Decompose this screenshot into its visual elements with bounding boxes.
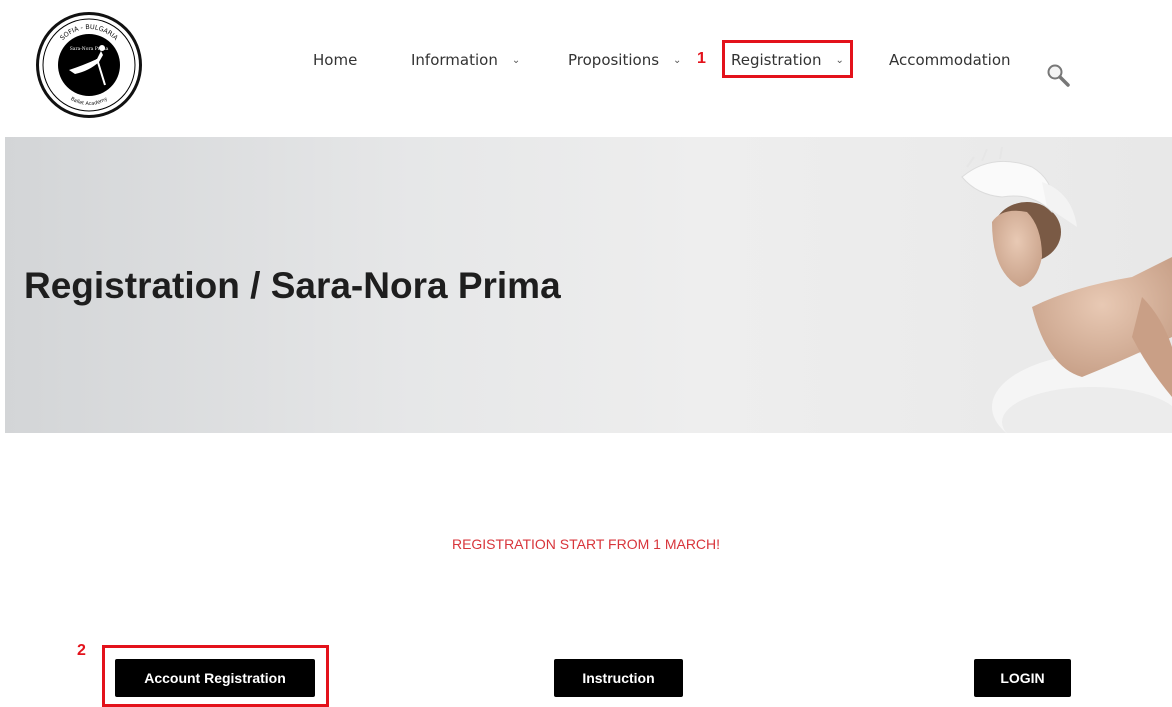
login-button[interactable]: LOGIN	[974, 659, 1071, 697]
registration-notice: REGISTRATION START FROM 1 MARCH!	[451, 536, 721, 552]
nav-information-label: Information	[411, 51, 498, 69]
nav-accommodation-label: Accommodation	[889, 51, 1011, 69]
nav-propositions-label: Propositions	[568, 51, 660, 69]
nav-propositions[interactable]: Propositions ⌄	[568, 48, 681, 72]
ballerina-image	[961, 146, 1172, 433]
nav-registration[interactable]: Registration ⌄	[731, 48, 844, 72]
hero-banner: Registration / Sara-Nora Prima	[5, 137, 1172, 433]
nav-accommodation[interactable]: Accommodation	[889, 48, 1011, 72]
annotation-marker-1: 1	[697, 50, 706, 67]
chevron-down-icon: ⌄	[673, 54, 682, 66]
page-title: Registration / Sara-Nora Prima	[24, 265, 561, 306]
logo-bottom-text: Ballet Academy	[69, 96, 108, 107]
logo-emblem: SOFIA - BULGARIA Ballet Academy Sara-Nor…	[42, 18, 136, 112]
account-registration-button[interactable]: Account Registration	[115, 659, 315, 697]
nav-home[interactable]: Home	[313, 48, 357, 72]
instruction-button[interactable]: Instruction	[554, 659, 683, 697]
site-logo[interactable]: SOFIA - BULGARIA Ballet Academy Sara-Nor…	[36, 12, 142, 118]
chevron-down-icon: ⌄	[835, 54, 844, 66]
chevron-down-icon: ⌄	[511, 54, 521, 66]
search-icon	[1047, 64, 1070, 87]
search-button[interactable]	[1045, 62, 1073, 90]
nav-home-label: Home	[313, 51, 358, 69]
nav-registration-label: Registration	[731, 51, 822, 69]
nav-information[interactable]: Information ⌄	[411, 48, 520, 72]
annotation-marker-2: 2	[77, 642, 86, 659]
